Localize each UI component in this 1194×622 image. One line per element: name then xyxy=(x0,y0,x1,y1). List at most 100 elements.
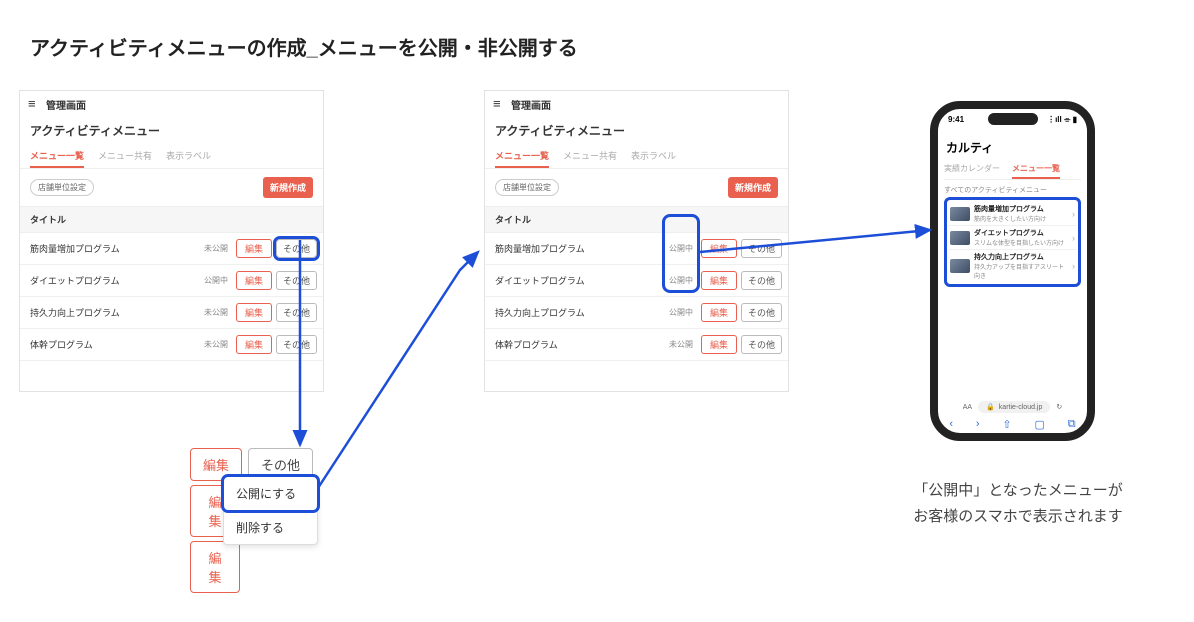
row-title: 体幹プログラム xyxy=(30,338,204,351)
scope-chip[interactable]: 店舗単位設定 xyxy=(30,179,94,196)
caption-text: 「公開中」となったメニューが お客様のスマホで表示されます xyxy=(868,478,1168,529)
other-button[interactable]: その他 xyxy=(276,271,317,290)
menu-icon[interactable] xyxy=(493,99,505,111)
edit-button[interactable]: 編集 xyxy=(236,271,272,290)
item-title: 持久力向上プログラム xyxy=(974,252,1068,262)
section-title: アクティビティメニュー xyxy=(485,118,788,145)
share-icon[interactable]: ⇧ xyxy=(1002,418,1011,431)
other-button[interactable]: その他 xyxy=(741,239,782,258)
other-button[interactable]: その他 xyxy=(276,303,317,322)
back-icon[interactable]: ‹ xyxy=(949,418,953,431)
edit-button[interactable]: 編集 xyxy=(236,335,272,354)
other-button[interactable]: その他 xyxy=(741,271,782,290)
publish-menu-item[interactable]: 公開にする xyxy=(224,477,317,510)
text-size-icon[interactable]: AA xyxy=(963,404,972,411)
list-item[interactable]: 筋肉量増加プログラム 筋肉を大きくしたい方向け › xyxy=(949,202,1076,226)
admin-panel-after: 管理画面 アクティビティメニュー メニュー一覧 メニュー共有 表示ラベル 店舗単… xyxy=(484,90,789,392)
reload-icon[interactable]: ↻ xyxy=(1056,403,1062,411)
edit-button[interactable]: 編集 xyxy=(190,541,240,593)
tab-menu-list[interactable]: メニュー一覧 xyxy=(495,145,549,168)
tab-menu-list[interactable]: メニュー一覧 xyxy=(30,145,84,168)
list-item[interactable]: ダイエットプログラム スリムな体型を目指したい方向け › xyxy=(949,226,1076,250)
table-row: 体幹プログラム 未公開 編集 その他 xyxy=(20,329,323,361)
table-row: 筋肉量増加プログラム 公開中 編集 その他 xyxy=(485,233,788,265)
tab-display-label[interactable]: 表示ラベル xyxy=(631,145,676,168)
chevron-right-icon: › xyxy=(1072,261,1075,271)
delete-menu-item[interactable]: 削除する xyxy=(224,510,317,544)
status-badge: 未公開 xyxy=(669,339,693,350)
edit-button[interactable]: 編集 xyxy=(236,303,272,322)
scope-chip[interactable]: 店舗単位設定 xyxy=(495,179,559,196)
bookmarks-icon[interactable]: ▢ xyxy=(1034,418,1044,431)
status-badge: 未公開 xyxy=(204,307,228,318)
phone-mockup: 9:41 ⋮ıll ⌯ ▮ カルティ 実績カレンダー メニュー一覧 すべてのアク… xyxy=(930,101,1095,441)
table-row: 筋肉量増加プログラム 未公開 編集 その他 xyxy=(20,233,323,265)
menu-icon[interactable] xyxy=(28,99,40,111)
other-button[interactable]: その他 xyxy=(276,335,317,354)
row-title: ダイエットプログラム xyxy=(30,274,204,287)
lock-icon: 🔒 xyxy=(986,403,995,411)
row-title: 筋肉量増加プログラム xyxy=(495,242,669,255)
thumbnail-icon xyxy=(950,259,970,273)
phone-signal-icon: ⋮ıll ⌯ ▮ xyxy=(1047,115,1077,125)
window-title: 管理画面 xyxy=(46,97,86,112)
item-desc: 持久力アップを目指すアスリート向き xyxy=(974,262,1068,280)
section-title: アクティビティメニュー xyxy=(20,118,323,145)
chevron-right-icon: › xyxy=(1072,233,1075,243)
row-title: 体幹プログラム xyxy=(495,338,669,351)
app-title: カルティ xyxy=(944,137,1081,160)
new-button[interactable]: 新規作成 xyxy=(263,177,313,198)
other-button[interactable]: その他 xyxy=(276,239,317,258)
edit-button[interactable]: 編集 xyxy=(701,303,737,322)
tabs: メニュー一覧 メニュー共有 表示ラベル xyxy=(20,145,323,169)
table-row: 持久力向上プログラム 公開中 編集 その他 xyxy=(485,297,788,329)
edit-button[interactable]: 編集 xyxy=(701,239,737,258)
item-title: ダイエットプログラム xyxy=(974,228,1068,238)
tabs-icon[interactable]: ⧉ xyxy=(1068,418,1076,431)
new-button[interactable]: 新規作成 xyxy=(728,177,778,198)
context-menu: 公開にする 削除する xyxy=(223,476,318,545)
status-badge: 未公開 xyxy=(204,339,228,350)
row-title: ダイエットプログラム xyxy=(495,274,669,287)
row-title: 持久力向上プログラム xyxy=(30,306,204,319)
thumbnail-icon xyxy=(950,207,970,221)
tabs: メニュー一覧 メニュー共有 表示ラベル xyxy=(485,145,788,169)
row-title: 筋肉量増加プログラム xyxy=(30,242,204,255)
tab-menu-share[interactable]: メニュー共有 xyxy=(98,145,152,168)
admin-panel-before: 管理画面 アクティビティメニュー メニュー一覧 メニュー共有 表示ラベル 店舗単… xyxy=(19,90,324,392)
edit-button[interactable]: 編集 xyxy=(236,239,272,258)
item-title: 筋肉量増加プログラム xyxy=(974,204,1068,214)
phone-time: 9:41 xyxy=(948,115,964,125)
menu-list-highlight: 筋肉量増加プログラム 筋肉を大きくしたい方向け › ダイエットプログラム スリム… xyxy=(944,197,1081,287)
other-button[interactable]: その他 xyxy=(741,303,782,322)
other-button[interactable]: その他 xyxy=(741,335,782,354)
status-badge: 公開中 xyxy=(669,307,693,318)
row-title: 持久力向上プログラム xyxy=(495,306,669,319)
window-title: 管理画面 xyxy=(511,97,551,112)
status-badge: 公開中 xyxy=(204,275,228,286)
table-row: 体幹プログラム 未公開 編集 その他 xyxy=(485,329,788,361)
list-item[interactable]: 持久力向上プログラム 持久力アップを目指すアスリート向き › xyxy=(949,250,1076,282)
list-subtitle: すべてのアクティビティメニュー xyxy=(944,183,1081,197)
forward-icon[interactable]: › xyxy=(976,418,980,431)
table-row: ダイエットプログラム 公開中 編集 その他 xyxy=(485,265,788,297)
tab-menu-list[interactable]: メニュー一覧 xyxy=(1012,160,1060,179)
column-title: タイトル xyxy=(485,206,788,233)
status-badge: 未公開 xyxy=(204,243,228,254)
table-row: 持久力向上プログラム 未公開 編集 その他 xyxy=(20,297,323,329)
edit-button[interactable]: 編集 xyxy=(701,335,737,354)
item-desc: 筋肉を大きくしたい方向け xyxy=(974,214,1068,223)
page-title: アクティビティメニューの作成_メニューを公開・非公開する xyxy=(30,32,578,61)
url-text: kartie-cloud.jp xyxy=(999,404,1043,411)
item-desc: スリムな体型を目指したい方向け xyxy=(974,238,1068,247)
thumbnail-icon xyxy=(950,231,970,245)
status-highlight xyxy=(664,216,698,291)
edit-button[interactable]: 編集 xyxy=(701,271,737,290)
column-title: タイトル xyxy=(20,206,323,233)
chevron-right-icon: › xyxy=(1072,209,1075,219)
popover-zoom: 編集 その他 編集 編集 公開にする 削除する xyxy=(190,448,330,597)
tab-menu-share[interactable]: メニュー共有 xyxy=(563,145,617,168)
table-row: ダイエットプログラム 公開中 編集 その他 xyxy=(20,265,323,297)
tab-calendar[interactable]: 実績カレンダー xyxy=(944,160,1000,179)
tab-display-label[interactable]: 表示ラベル xyxy=(166,145,211,168)
